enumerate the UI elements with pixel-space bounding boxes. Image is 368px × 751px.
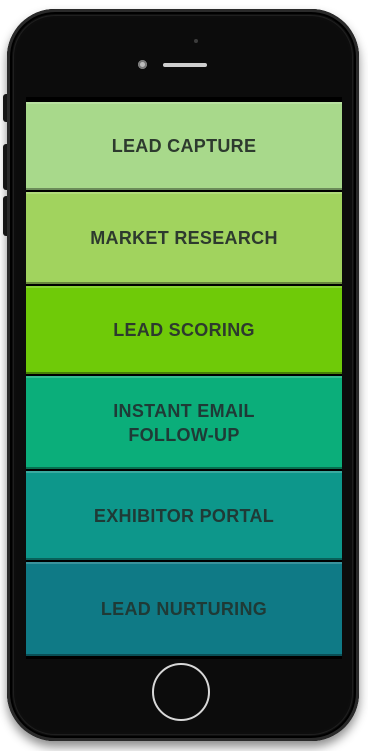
menu-item-market-research[interactable]: MARKET RESEARCH bbox=[26, 192, 342, 284]
phone-illustration: LEAD CAPTURE MARKET RESEARCH LEAD SCORIN… bbox=[0, 0, 368, 751]
home-button[interactable] bbox=[152, 663, 210, 721]
menu-item-lead-scoring[interactable]: LEAD SCORING bbox=[26, 286, 342, 374]
menu-item-label: EXHIBITOR PORTAL bbox=[93, 505, 275, 526]
menu-item-lead-capture[interactable]: LEAD CAPTURE bbox=[26, 102, 342, 190]
proximity-sensor-icon bbox=[194, 39, 198, 43]
phone-frame: LEAD CAPTURE MARKET RESEARCH LEAD SCORIN… bbox=[7, 9, 359, 741]
menu-item-label: INSTANT EMAIL FOLLOW-UP bbox=[113, 399, 255, 447]
menu-item-label-line2: FOLLOW-UP bbox=[128, 424, 240, 445]
menu-item-label: LEAD CAPTURE bbox=[111, 136, 257, 156]
menu-item-instant-email-follow-up[interactable]: INSTANT EMAIL FOLLOW-UP bbox=[26, 376, 342, 469]
menu-item-label-line1: INSTANT EMAIL bbox=[113, 400, 255, 421]
menu-item-lead-nurturing[interactable]: LEAD NURTURING bbox=[26, 562, 342, 656]
earpiece-speaker-icon bbox=[163, 63, 207, 67]
menu-item-label: MARKET RESEARCH bbox=[90, 228, 278, 248]
menu-item-label: LEAD SCORING bbox=[113, 320, 255, 340]
menu-item-exhibitor-portal[interactable]: EXHIBITOR PORTAL bbox=[26, 471, 342, 560]
front-camera-icon bbox=[138, 60, 147, 69]
phone-screen: LEAD CAPTURE MARKET RESEARCH LEAD SCORIN… bbox=[26, 97, 342, 659]
menu-item-label: LEAD NURTURING bbox=[100, 599, 268, 619]
